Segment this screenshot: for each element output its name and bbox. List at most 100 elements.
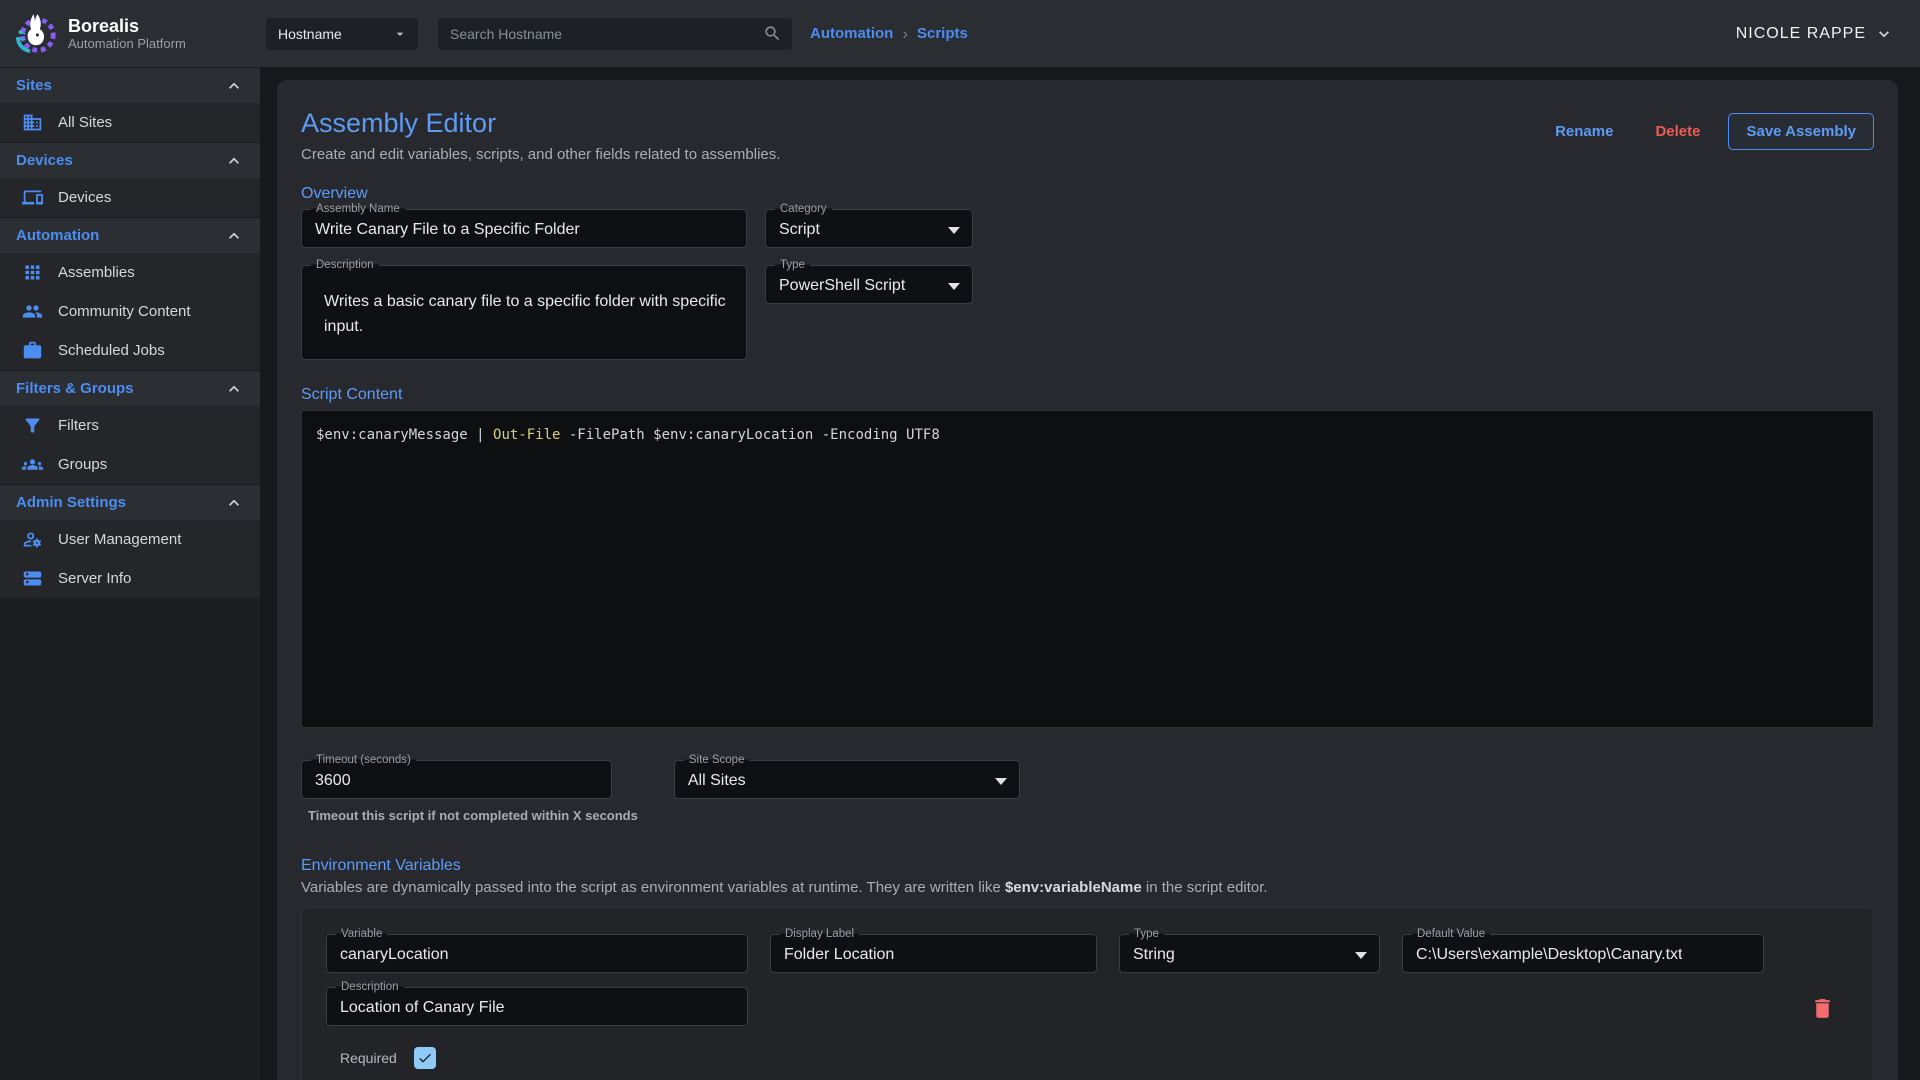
sidebar-item-all-sites[interactable]: All Sites xyxy=(0,103,260,142)
assembly-name-field[interactable]: Assembly Name Write Canary File to a Spe… xyxy=(301,209,747,248)
sidebar-section-sites: Sites All Sites xyxy=(0,67,260,142)
page-subtitle: Create and edit variables, scripts, and … xyxy=(301,146,1541,163)
sidebar-section-header-sites[interactable]: Sites xyxy=(0,67,260,103)
chevron-up-icon xyxy=(224,493,244,513)
server-icon xyxy=(22,568,43,589)
rename-button[interactable]: Rename xyxy=(1541,115,1627,148)
environment-variables-description: Variables are dynamically passed into th… xyxy=(301,879,1874,896)
apps-grid-icon xyxy=(22,262,43,283)
brand-name: Borealis xyxy=(68,16,186,37)
required-checkbox[interactable] xyxy=(414,1047,436,1069)
script-editor[interactable]: $env:canaryMessage | Out-File -FilePath … xyxy=(301,410,1874,728)
description-value: Writes a basic canary file to a specific… xyxy=(324,290,730,340)
hostname-select[interactable]: Hostname xyxy=(266,18,418,50)
hostname-search xyxy=(438,18,792,50)
assembly-editor-card: Assembly Editor Create and edit variable… xyxy=(277,80,1898,1080)
search-icon[interactable] xyxy=(763,24,782,43)
assembly-name-label: Assembly Name xyxy=(311,202,405,216)
sidebar-item-groups[interactable]: Groups xyxy=(0,445,260,484)
breadcrumb-scripts[interactable]: Scripts xyxy=(917,25,968,42)
sidebar-section-admin-settings: Admin Settings User Management Server In… xyxy=(0,484,260,598)
hostname-select-value: Hostname xyxy=(278,26,392,42)
sidebar-section-header-automation[interactable]: Automation xyxy=(0,217,260,253)
sidebar-section-filters-groups: Filters & Groups Filters Groups xyxy=(0,370,260,484)
sidebar-section-header-admin-settings[interactable]: Admin Settings xyxy=(0,484,260,520)
breadcrumb-separator-icon: › xyxy=(902,24,908,44)
brand-block[interactable]: Borealis Automation Platform xyxy=(0,11,260,57)
type-select[interactable]: Type PowerShell Script xyxy=(765,265,973,304)
type-value: PowerShell Script xyxy=(779,277,940,295)
page-title: Assembly Editor xyxy=(301,108,1541,139)
variable-description-field[interactable]: Description Location of Canary File xyxy=(326,987,748,1026)
sidebar-item-devices[interactable]: Devices xyxy=(0,178,260,217)
category-value: Script xyxy=(779,221,940,239)
overview-section-label: Overview xyxy=(301,185,1874,203)
filter-funnel-icon xyxy=(22,415,43,436)
dropdown-arrow-icon xyxy=(948,227,960,234)
delete-button[interactable]: Delete xyxy=(1641,115,1714,148)
assembly-name-value: Write Canary File to a Specific Folder xyxy=(315,221,580,239)
breadcrumb: Automation › Scripts xyxy=(810,24,968,44)
description-label: Description xyxy=(311,258,379,272)
timeout-field[interactable]: Timeout (seconds) 3600 xyxy=(301,760,612,799)
briefcase-icon xyxy=(22,340,43,361)
people-icon xyxy=(22,301,43,322)
sidebar-section-header-devices[interactable]: Devices xyxy=(0,142,260,178)
script-code-line: $env:canaryMessage | Out-File -FilePath … xyxy=(316,427,1859,443)
chevron-up-icon xyxy=(224,151,244,171)
main-content: Assembly Editor Create and edit variable… xyxy=(260,67,1920,1080)
building-icon xyxy=(22,112,43,133)
display-label-field[interactable]: Display Label Folder Location xyxy=(770,934,1097,973)
sidebar-section-header-filters-groups[interactable]: Filters & Groups xyxy=(0,370,260,406)
chevron-down-icon xyxy=(392,26,408,42)
borealis-rabbit-logo-icon xyxy=(12,11,58,57)
trash-icon xyxy=(1810,996,1835,1021)
dropdown-arrow-icon xyxy=(995,778,1007,785)
search-input[interactable] xyxy=(450,26,763,42)
brand-tagline: Automation Platform xyxy=(68,36,186,51)
user-name: NICOLE RAPPE xyxy=(1736,25,1866,43)
site-scope-select[interactable]: Site Scope All Sites xyxy=(674,760,1020,799)
type-label: Type xyxy=(775,258,810,272)
user-menu[interactable]: NICOLE RAPPE xyxy=(1736,24,1894,44)
sidebar-item-user-management[interactable]: User Management xyxy=(0,520,260,559)
site-scope-label: Site Scope xyxy=(684,753,750,767)
save-assembly-button[interactable]: Save Assembly xyxy=(1728,113,1874,150)
checkmark-icon xyxy=(417,1050,433,1066)
script-content-section-label: Script Content xyxy=(301,386,1874,404)
chevron-up-icon xyxy=(224,379,244,399)
category-label: Category xyxy=(775,202,832,216)
timeout-helper-text: Timeout this script if not completed wit… xyxy=(301,808,638,823)
sidebar-section-automation: Automation Assemblies Community Content … xyxy=(0,217,260,370)
dropdown-arrow-icon xyxy=(1355,952,1367,959)
user-gear-icon xyxy=(22,529,43,550)
environment-variable-row: Variable canaryLocation Display Label Fo… xyxy=(301,907,1874,1080)
env-variable-syntax: $env:variableName xyxy=(1005,879,1142,896)
category-select[interactable]: Category Script xyxy=(765,209,973,248)
environment-variables-section-label: Environment Variables xyxy=(301,857,1874,875)
sidebar-item-scheduled-jobs[interactable]: Scheduled Jobs xyxy=(0,331,260,370)
top-bar: Borealis Automation Platform Hostname Au… xyxy=(0,0,1920,67)
sidebar-item-server-info[interactable]: Server Info xyxy=(0,559,260,598)
timeout-label: Timeout (seconds) xyxy=(311,753,416,767)
app-window: Borealis Automation Platform Hostname Au… xyxy=(0,0,1920,1080)
site-scope-value: All Sites xyxy=(688,772,987,790)
timeout-value: 3600 xyxy=(315,772,351,790)
variable-type-select[interactable]: Type String xyxy=(1119,934,1380,973)
groups-icon xyxy=(22,454,43,475)
sidebar-item-assemblies[interactable]: Assemblies xyxy=(0,253,260,292)
chevron-up-icon xyxy=(224,76,244,96)
variable-name-field[interactable]: Variable canaryLocation xyxy=(326,934,748,973)
dropdown-arrow-icon xyxy=(948,283,960,290)
delete-variable-button[interactable] xyxy=(1810,996,1835,1024)
sidebar-item-community-content[interactable]: Community Content xyxy=(0,292,260,331)
sidebar-item-filters[interactable]: Filters xyxy=(0,406,260,445)
devices-icon xyxy=(22,187,43,208)
chevron-down-icon xyxy=(1874,24,1894,44)
default-value-field[interactable]: Default Value C:\Users\example\Desktop\C… xyxy=(1402,934,1764,973)
required-label: Required xyxy=(340,1050,397,1066)
description-field[interactable]: Description Writes a basic canary file t… xyxy=(301,265,747,360)
breadcrumb-automation[interactable]: Automation xyxy=(810,25,893,42)
chevron-up-icon xyxy=(224,226,244,246)
sidebar: Sites All Sites Devices xyxy=(0,67,260,1080)
